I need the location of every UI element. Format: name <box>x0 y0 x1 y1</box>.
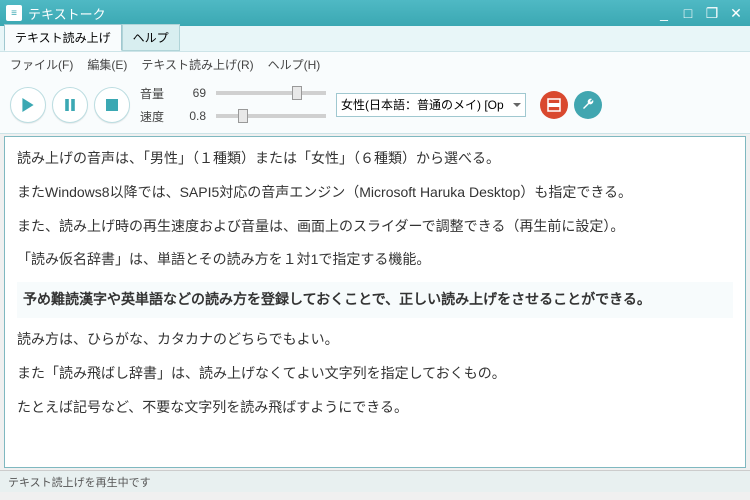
menu-help[interactable]: ヘルプ(H) <box>268 56 321 73</box>
stop-icon <box>106 99 118 111</box>
menu-file[interactable]: ファイル(F) <box>10 56 73 73</box>
window-title: テキストーク <box>28 4 656 23</box>
paragraph: 読み上げの音声は、「男性」（１種類）または「女性」（６種類）から選べる。 <box>17 147 733 171</box>
toolbar: 音量 69 速度 0.8 女性(日本語：普通のメイ) [Op <box>0 76 750 134</box>
speed-value: 0.8 <box>182 109 206 123</box>
sliders: 音量 69 速度 0.8 <box>140 85 326 125</box>
status-text: テキスト読上げを再生中です <box>8 474 151 490</box>
play-button[interactable] <box>10 87 46 123</box>
paragraph-emphasis: 予め難読漢字や英単語などの読み方を登録しておくことで、正しい読み上げをさせること… <box>17 282 733 318</box>
stop-button[interactable] <box>94 87 130 123</box>
settings-button[interactable] <box>574 91 602 119</box>
minimize-button[interactable]: _ <box>656 5 672 21</box>
paragraph: また「読み飛ばし辞書」は、読み上げなくてよい文字列を指定しておくもの。 <box>17 362 733 386</box>
paragraph: またWindows8以降では、SAPI5対応の音声エンジン（Microsoft … <box>17 181 733 205</box>
volume-slider[interactable] <box>216 91 326 95</box>
voice-select[interactable]: 女性(日本語：普通のメイ) [Op <box>336 93 526 117</box>
wrench-icon <box>580 97 596 113</box>
status-bar: テキスト読上げを再生中です <box>0 470 750 492</box>
paragraph: また、読み上げ時の再生速度および音量は、画面上のスライダーで調整できる（再生前に… <box>17 215 733 239</box>
app-icon: ≡ <box>6 5 22 21</box>
tab-help[interactable]: ヘルプ <box>122 24 180 51</box>
close-button[interactable]: ✕ <box>728 5 744 21</box>
menu-bar: ファイル(F) 編集(E) テキスト読み上げ(R) ヘルプ(H) <box>0 52 750 76</box>
speed-label: 速度 <box>140 108 172 125</box>
playback-controls <box>10 87 130 123</box>
tool-buttons <box>540 91 602 119</box>
speed-slider[interactable] <box>216 114 326 118</box>
maximize-button[interactable]: □ <box>680 5 696 21</box>
film-icon <box>546 97 562 113</box>
tab-bar: テキスト読み上げ ヘルプ <box>0 26 750 52</box>
title-bar: ≡ テキストーク _ □ ❐ ✕ <box>0 0 750 26</box>
restore-button[interactable]: ❐ <box>704 5 720 21</box>
menu-edit[interactable]: 編集(E) <box>87 56 127 73</box>
paragraph: 「読み仮名辞書」は、単語とその読み方を１対1で指定する機能。 <box>17 248 733 272</box>
pause-icon <box>64 99 76 111</box>
paragraph: たとえば記号など、不要な文字列を読み飛ばすようにできる。 <box>17 396 733 420</box>
paragraph: 読み方は、ひらがな、カタカナのどちらでもよい。 <box>17 328 733 352</box>
tab-read-aloud[interactable]: テキスト読み上げ <box>4 24 122 51</box>
volume-row: 音量 69 <box>140 85 326 102</box>
window-buttons: _ □ ❐ ✕ <box>656 5 744 21</box>
play-icon <box>21 98 35 112</box>
record-button[interactable] <box>540 91 568 119</box>
text-content[interactable]: 読み上げの音声は、「男性」（１種類）または「女性」（６種類）から選べる。 またW… <box>4 136 746 468</box>
volume-label: 音量 <box>140 85 172 102</box>
volume-value: 69 <box>182 86 206 100</box>
speed-row: 速度 0.8 <box>140 108 326 125</box>
pause-button[interactable] <box>52 87 88 123</box>
menu-read[interactable]: テキスト読み上げ(R) <box>141 56 253 73</box>
